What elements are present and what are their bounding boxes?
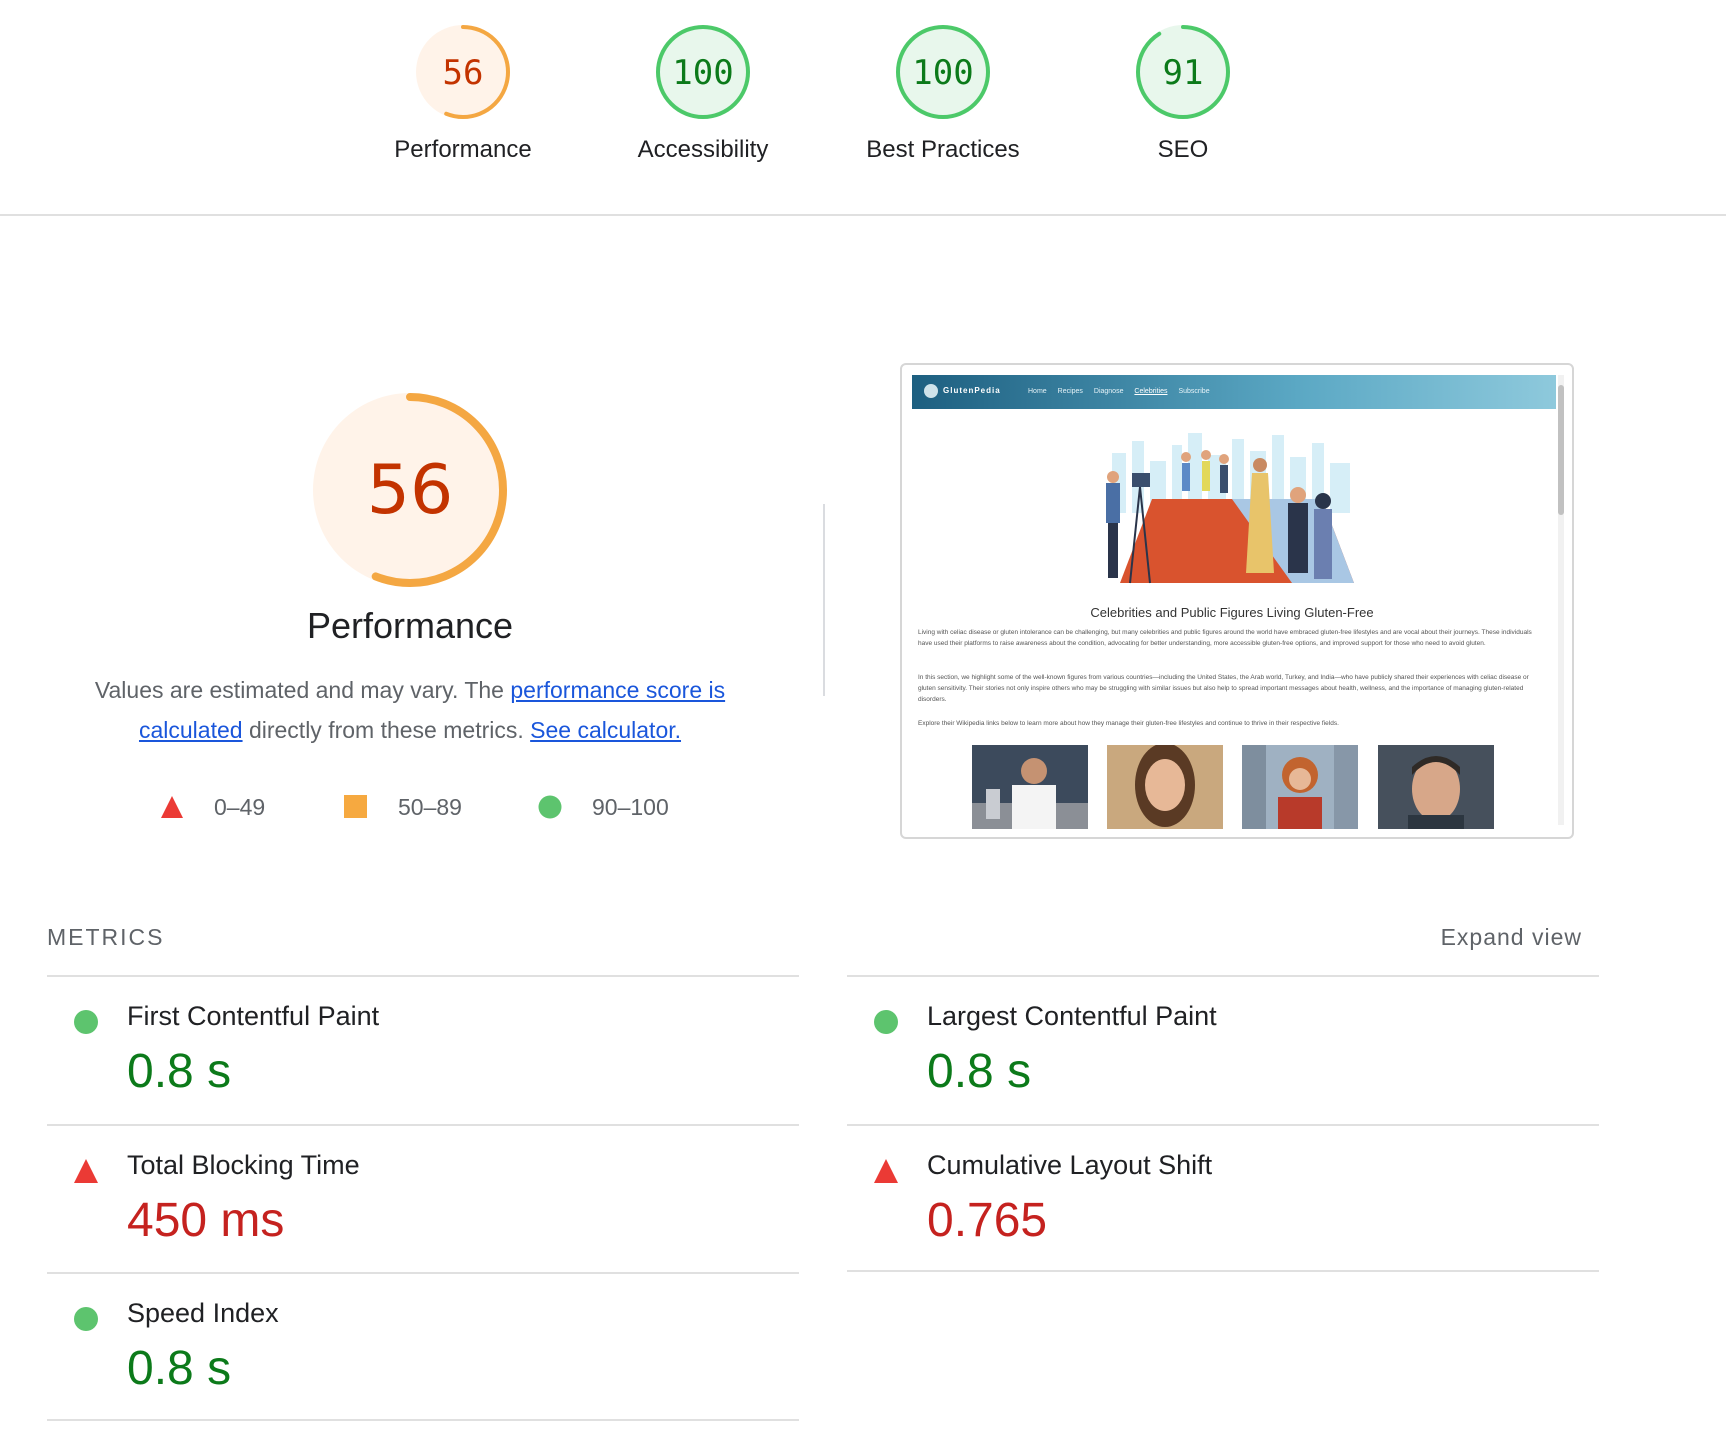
metric-speed-index: Speed Index 0.8 s	[47, 1274, 799, 1422]
pass-circle-icon	[874, 1010, 898, 1034]
pass-circle-icon	[74, 1010, 98, 1034]
gauge-label: Performance	[394, 136, 532, 163]
logo-icon	[924, 384, 938, 398]
performance-description: Values are estimated and may vary. The p…	[60, 670, 760, 750]
metric-largest-contentful-paint: Largest Contentful Paint 0.8 s	[847, 977, 1599, 1125]
celebrity-photo	[1378, 745, 1494, 829]
site-logo-text: GlutenPedia	[943, 386, 1001, 396]
metric-title: Total Blocking Time	[127, 1150, 360, 1180]
performance-score: 56	[367, 451, 454, 530]
scrollbar-thumb	[1558, 385, 1564, 515]
see-calculator-link[interactable]: See calculator.	[530, 717, 681, 743]
vertical-divider	[823, 504, 825, 696]
legend-range: 50–89	[398, 794, 462, 820]
site-heading: Celebrities and Public Figures Living Gl…	[1090, 605, 1374, 620]
gauge-performance[interactable]: 56 Performance	[343, 22, 583, 164]
metric-value: 0.765	[927, 1194, 1048, 1247]
gauge-ring: 100	[896, 25, 990, 119]
metrics-heading: METRICS	[47, 924, 165, 950]
gauge-label: SEO	[1157, 136, 1209, 163]
metric-value: 450 ms	[127, 1194, 285, 1247]
celebrity-photo	[1107, 745, 1223, 829]
metric-title: Speed Index	[127, 1298, 279, 1328]
metric-title: Largest Contentful Paint	[927, 1001, 1217, 1031]
site-paragraph: Explore their Wikipedia links below to l…	[918, 720, 1339, 727]
expand-view-button[interactable]: Expand view	[1441, 924, 1582, 951]
site-nav-links: Home Recipes Diagnose Celebrities Subscr…	[1028, 388, 1219, 395]
metric-value: 0.8 s	[127, 1045, 232, 1098]
site-navbar: GlutenPedia Home Recipes Diagnose Celebr…	[912, 375, 1556, 409]
gauge-score: 100	[672, 53, 733, 93]
category-header: 56 Performance 100 Accessibility 100 Bes…	[0, 0, 1726, 216]
hero-illustration	[1106, 433, 1354, 584]
gauge-score: 56	[443, 53, 484, 93]
gauge-label: Best Practices	[866, 136, 1020, 163]
gauge-ring: 100	[656, 25, 750, 119]
metric-divider	[847, 1270, 1599, 1272]
performance-gauge: 56	[313, 393, 507, 587]
site-nav-recipes: Recipes	[1057, 388, 1083, 395]
site-nav-diagnose: Diagnose	[1093, 388, 1124, 395]
gauge-ring: 56	[416, 25, 510, 119]
fail-triangle-icon	[874, 1159, 898, 1183]
gauge-ring: 91	[1136, 25, 1230, 119]
circle-icon	[538, 795, 562, 819]
gauge-score: 91	[1163, 53, 1204, 93]
screenshot-scrollbar	[1558, 375, 1564, 825]
fail-triangle-icon	[74, 1159, 98, 1183]
site-nav-subscribe: Subscribe	[1178, 388, 1210, 395]
celebrity-photo	[972, 745, 1088, 829]
celebrity-photo	[1242, 745, 1358, 829]
final-screenshot[interactable]: GlutenPedia Home Recipes Diagnose Celebr…	[900, 363, 1574, 839]
metric-title: Cumulative Layout Shift	[927, 1150, 1213, 1180]
gauge-seo[interactable]: 91 SEO	[1063, 22, 1303, 164]
desc-middle: directly from these metrics.	[242, 717, 531, 743]
triangle-icon	[161, 796, 183, 818]
site-paragraph: In this section, we highlight some of th…	[918, 674, 1529, 703]
metric-divider	[47, 1419, 799, 1421]
gauge-score: 100	[912, 53, 973, 93]
performance-title: Performance	[306, 605, 514, 646]
site-nav-home: Home	[1028, 388, 1047, 395]
metric-total-blocking-time: Total Blocking Time 450 ms	[47, 1126, 799, 1274]
metric-first-contentful-paint: First Contentful Paint 0.8 s	[47, 977, 799, 1125]
pass-circle-icon	[74, 1307, 98, 1331]
desc-prefix: Values are estimated and may vary. The	[94, 677, 511, 703]
metric-cumulative-layout-shift: Cumulative Layout Shift 0.765	[847, 1126, 1599, 1274]
metric-value: 0.8 s	[127, 1342, 232, 1395]
metric-value: 0.8 s	[927, 1045, 1032, 1098]
gauge-best-practices[interactable]: 100 Best Practices	[823, 22, 1063, 164]
gauge-label: Accessibility	[637, 136, 769, 163]
site-nav-celebrities: Celebrities	[1134, 388, 1168, 395]
gauge-accessibility[interactable]: 100 Accessibility	[583, 22, 823, 164]
metric-title: First Contentful Paint	[127, 1001, 380, 1031]
site-paragraph: Living with celiac disease or gluten int…	[918, 629, 1532, 647]
square-icon	[344, 795, 367, 818]
legend-range: 90–100	[592, 794, 669, 820]
site-logo: GlutenPedia	[924, 384, 1001, 398]
legend-range: 0–49	[214, 794, 266, 820]
